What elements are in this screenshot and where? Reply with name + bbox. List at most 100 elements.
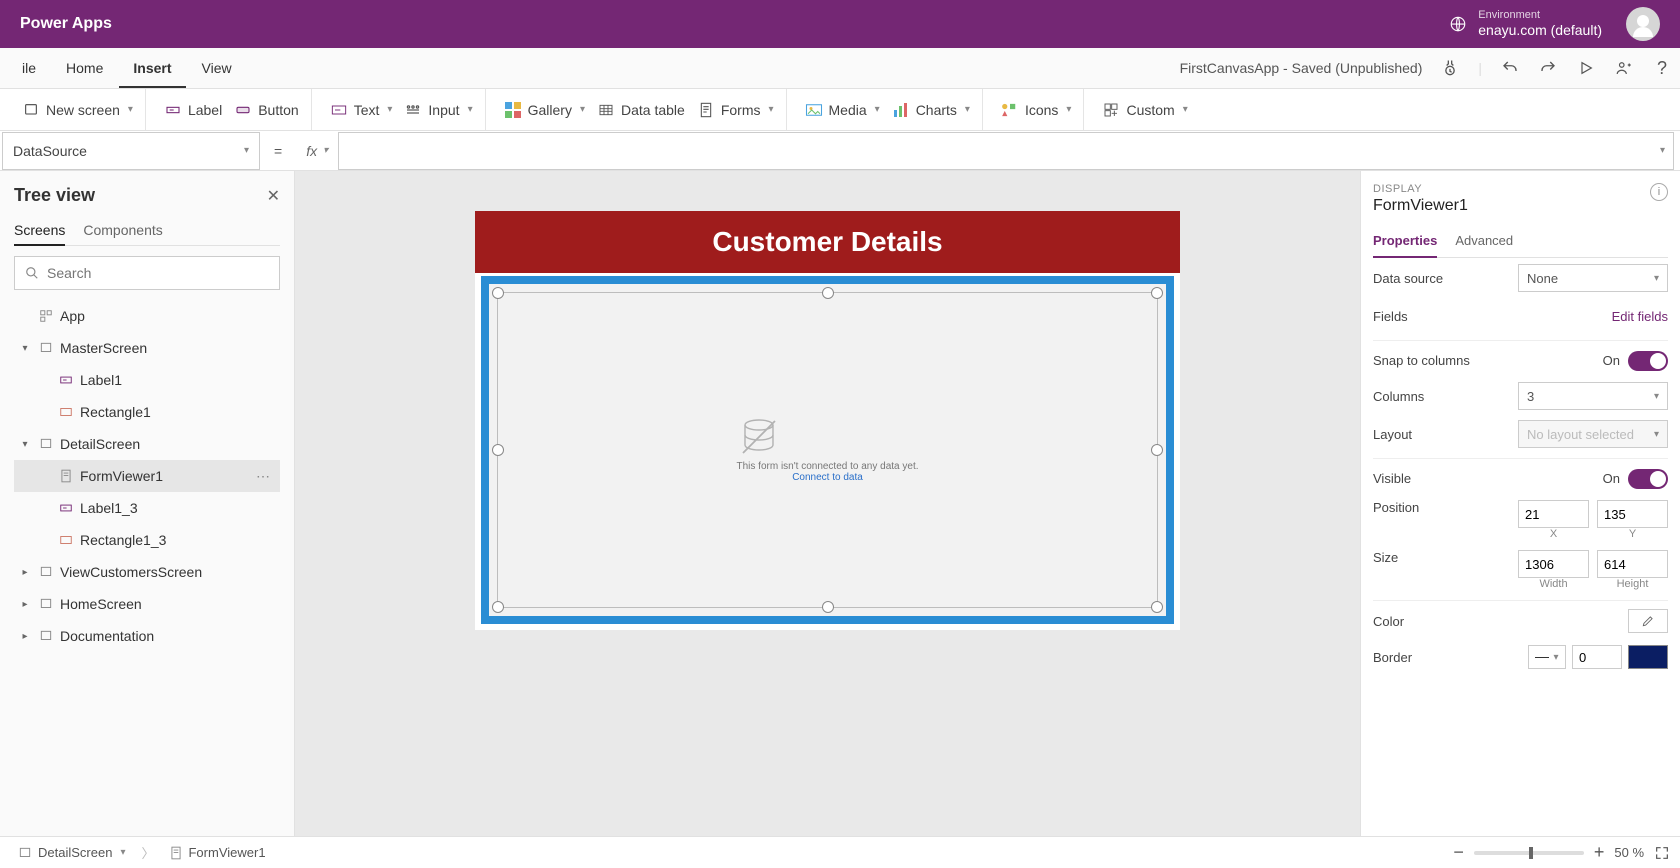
app-checker-icon[interactable]	[1440, 58, 1460, 78]
properties-panel: DISPLAY FormViewer1 i Properties Advance…	[1360, 171, 1680, 836]
zoom-slider[interactable]	[1474, 851, 1584, 855]
tree-label1-3[interactable]: Label1_3	[14, 492, 280, 524]
tree-masterscreen[interactable]: ▾ MasterScreen	[14, 332, 280, 364]
user-avatar[interactable]	[1626, 7, 1660, 41]
breadcrumb-sep: 〉	[141, 843, 154, 862]
chevron-down-icon: ▾	[1660, 145, 1665, 156]
fx-label[interactable]: fx▾	[296, 143, 338, 159]
tab-screens[interactable]: Screens	[14, 216, 65, 246]
custom-button[interactable]: Custom▾	[1102, 101, 1187, 119]
tree-view-title: Tree view	[14, 185, 95, 206]
resize-handle[interactable]	[822, 601, 834, 613]
info-icon[interactable]: i	[1650, 183, 1668, 201]
resize-handle[interactable]	[1151, 444, 1163, 456]
menu-insert[interactable]: Insert	[119, 50, 185, 88]
breadcrumb-screen[interactable]: DetailScreen ▾	[10, 841, 133, 864]
form-icon	[58, 468, 74, 484]
data-table-button[interactable]: Data table	[597, 101, 685, 119]
zoom-in-button[interactable]: +	[1594, 842, 1605, 863]
position-x-input[interactable]	[1518, 500, 1589, 528]
tree-search[interactable]	[14, 256, 280, 290]
formula-input[interactable]: ▾	[338, 132, 1674, 170]
chevron-down-icon[interactable]: ▾	[18, 343, 32, 354]
environment-block[interactable]: Environment enayu.com (default)	[1448, 9, 1602, 39]
connect-data-link[interactable]: Connect to data	[792, 472, 863, 483]
visible-toggle[interactable]	[1628, 469, 1668, 489]
property-dropdown[interactable]: DataSource ▾	[2, 132, 260, 170]
share-icon[interactable]	[1614, 58, 1634, 78]
chevron-right-icon[interactable]: ▸	[18, 631, 32, 642]
insert-ribbon: New screen ▾ Label Button Text▾ Input▾ G…	[0, 89, 1680, 131]
height-sublabel: Height	[1597, 578, 1668, 590]
form-viewer-selection[interactable]: This form isn't connected to any data ye…	[481, 276, 1174, 624]
zoom-out-button[interactable]: −	[1453, 842, 1464, 863]
forms-button[interactable]: Forms▾	[697, 101, 774, 119]
charts-button[interactable]: Charts▾	[892, 101, 970, 119]
redo-icon[interactable]	[1538, 58, 1558, 78]
undo-icon[interactable]	[1500, 58, 1520, 78]
width-input[interactable]	[1518, 550, 1589, 578]
data-source-dropdown[interactable]: None ▾	[1518, 264, 1668, 292]
color-picker[interactable]	[1628, 609, 1668, 633]
tab-advanced[interactable]: Advanced	[1455, 225, 1513, 257]
env-name: enayu.com (default)	[1478, 22, 1602, 39]
gallery-button[interactable]: Gallery▾	[504, 101, 585, 119]
resize-handle[interactable]	[1151, 287, 1163, 299]
border-width-input[interactable]	[1572, 645, 1622, 669]
height-input[interactable]	[1597, 550, 1668, 578]
search-input[interactable]	[47, 265, 269, 281]
screen-title: Customer Details	[475, 211, 1180, 273]
new-screen-button[interactable]: New screen ▾	[22, 101, 133, 119]
resize-handle[interactable]	[492, 444, 504, 456]
input-button[interactable]: Input▾	[404, 101, 472, 119]
tree-rectangle1[interactable]: Rectangle1	[14, 396, 280, 428]
app-header: Power Apps Environment enayu.com (defaul…	[0, 0, 1680, 48]
tree-detailscreen[interactable]: ▾ DetailScreen	[14, 428, 280, 460]
columns-dropdown[interactable]: 3 ▾	[1518, 382, 1668, 410]
tab-components[interactable]: Components	[83, 216, 162, 245]
crumb-label: DetailScreen	[38, 845, 112, 860]
chevron-right-icon[interactable]: ▸	[18, 599, 32, 610]
help-icon[interactable]: ?	[1652, 58, 1672, 78]
canvas-screen[interactable]: Customer Details	[475, 211, 1180, 630]
tree-documentation[interactable]: ▸ Documentation	[14, 620, 280, 652]
canvas-area[interactable]: Customer Details	[295, 171, 1360, 836]
display-label: DISPLAY	[1373, 183, 1468, 195]
resize-handle[interactable]	[492, 287, 504, 299]
tree-app[interactable]: App	[14, 300, 280, 332]
resize-handle[interactable]	[492, 601, 504, 613]
label-button[interactable]: Label	[164, 101, 222, 119]
position-y-input[interactable]	[1597, 500, 1668, 528]
play-icon[interactable]	[1576, 58, 1596, 78]
button-button[interactable]: Button	[234, 101, 298, 119]
fullscreen-icon[interactable]	[1654, 845, 1670, 861]
resize-handle[interactable]	[1151, 601, 1163, 613]
tree-formviewer1[interactable]: FormViewer1 ⋯	[14, 460, 280, 492]
border-color-picker[interactable]	[1628, 645, 1668, 669]
menu-view[interactable]: View	[188, 50, 246, 87]
chevron-down-icon: ▾	[387, 104, 392, 115]
breadcrumb-control[interactable]: FormViewer1	[162, 841, 273, 864]
layout-dropdown[interactable]: No layout selected ▾	[1518, 420, 1668, 448]
border-style-dropdown[interactable]: ▾	[1528, 645, 1566, 669]
text-button[interactable]: Text▾	[330, 101, 393, 119]
menu-file[interactable]: ile	[8, 50, 50, 87]
menu-home[interactable]: Home	[52, 50, 117, 87]
resize-handle[interactable]	[822, 287, 834, 299]
menubar: ile Home Insert View FirstCanvasApp - Sa…	[0, 48, 1680, 89]
tree-label1[interactable]: Label1	[14, 364, 280, 396]
tree-rectangle1-3[interactable]: Rectangle1_3	[14, 524, 280, 556]
tree-label: HomeScreen	[60, 596, 142, 612]
snap-toggle[interactable]	[1628, 351, 1668, 371]
app-title: Power Apps	[20, 15, 112, 33]
tree-homescreen[interactable]: ▸ HomeScreen	[14, 588, 280, 620]
chevron-down-icon[interactable]: ▾	[18, 439, 32, 450]
icons-button[interactable]: Icons▾	[1001, 101, 1072, 119]
tree-viewcustomers[interactable]: ▸ ViewCustomersScreen	[14, 556, 280, 588]
tab-properties[interactable]: Properties	[1373, 225, 1437, 258]
media-button[interactable]: Media▾	[805, 101, 880, 119]
more-icon[interactable]: ⋯	[256, 468, 280, 485]
close-icon[interactable]: ✕	[267, 186, 280, 206]
chevron-right-icon[interactable]: ▸	[18, 567, 32, 578]
edit-fields-link[interactable]: Edit fields	[1612, 309, 1668, 324]
